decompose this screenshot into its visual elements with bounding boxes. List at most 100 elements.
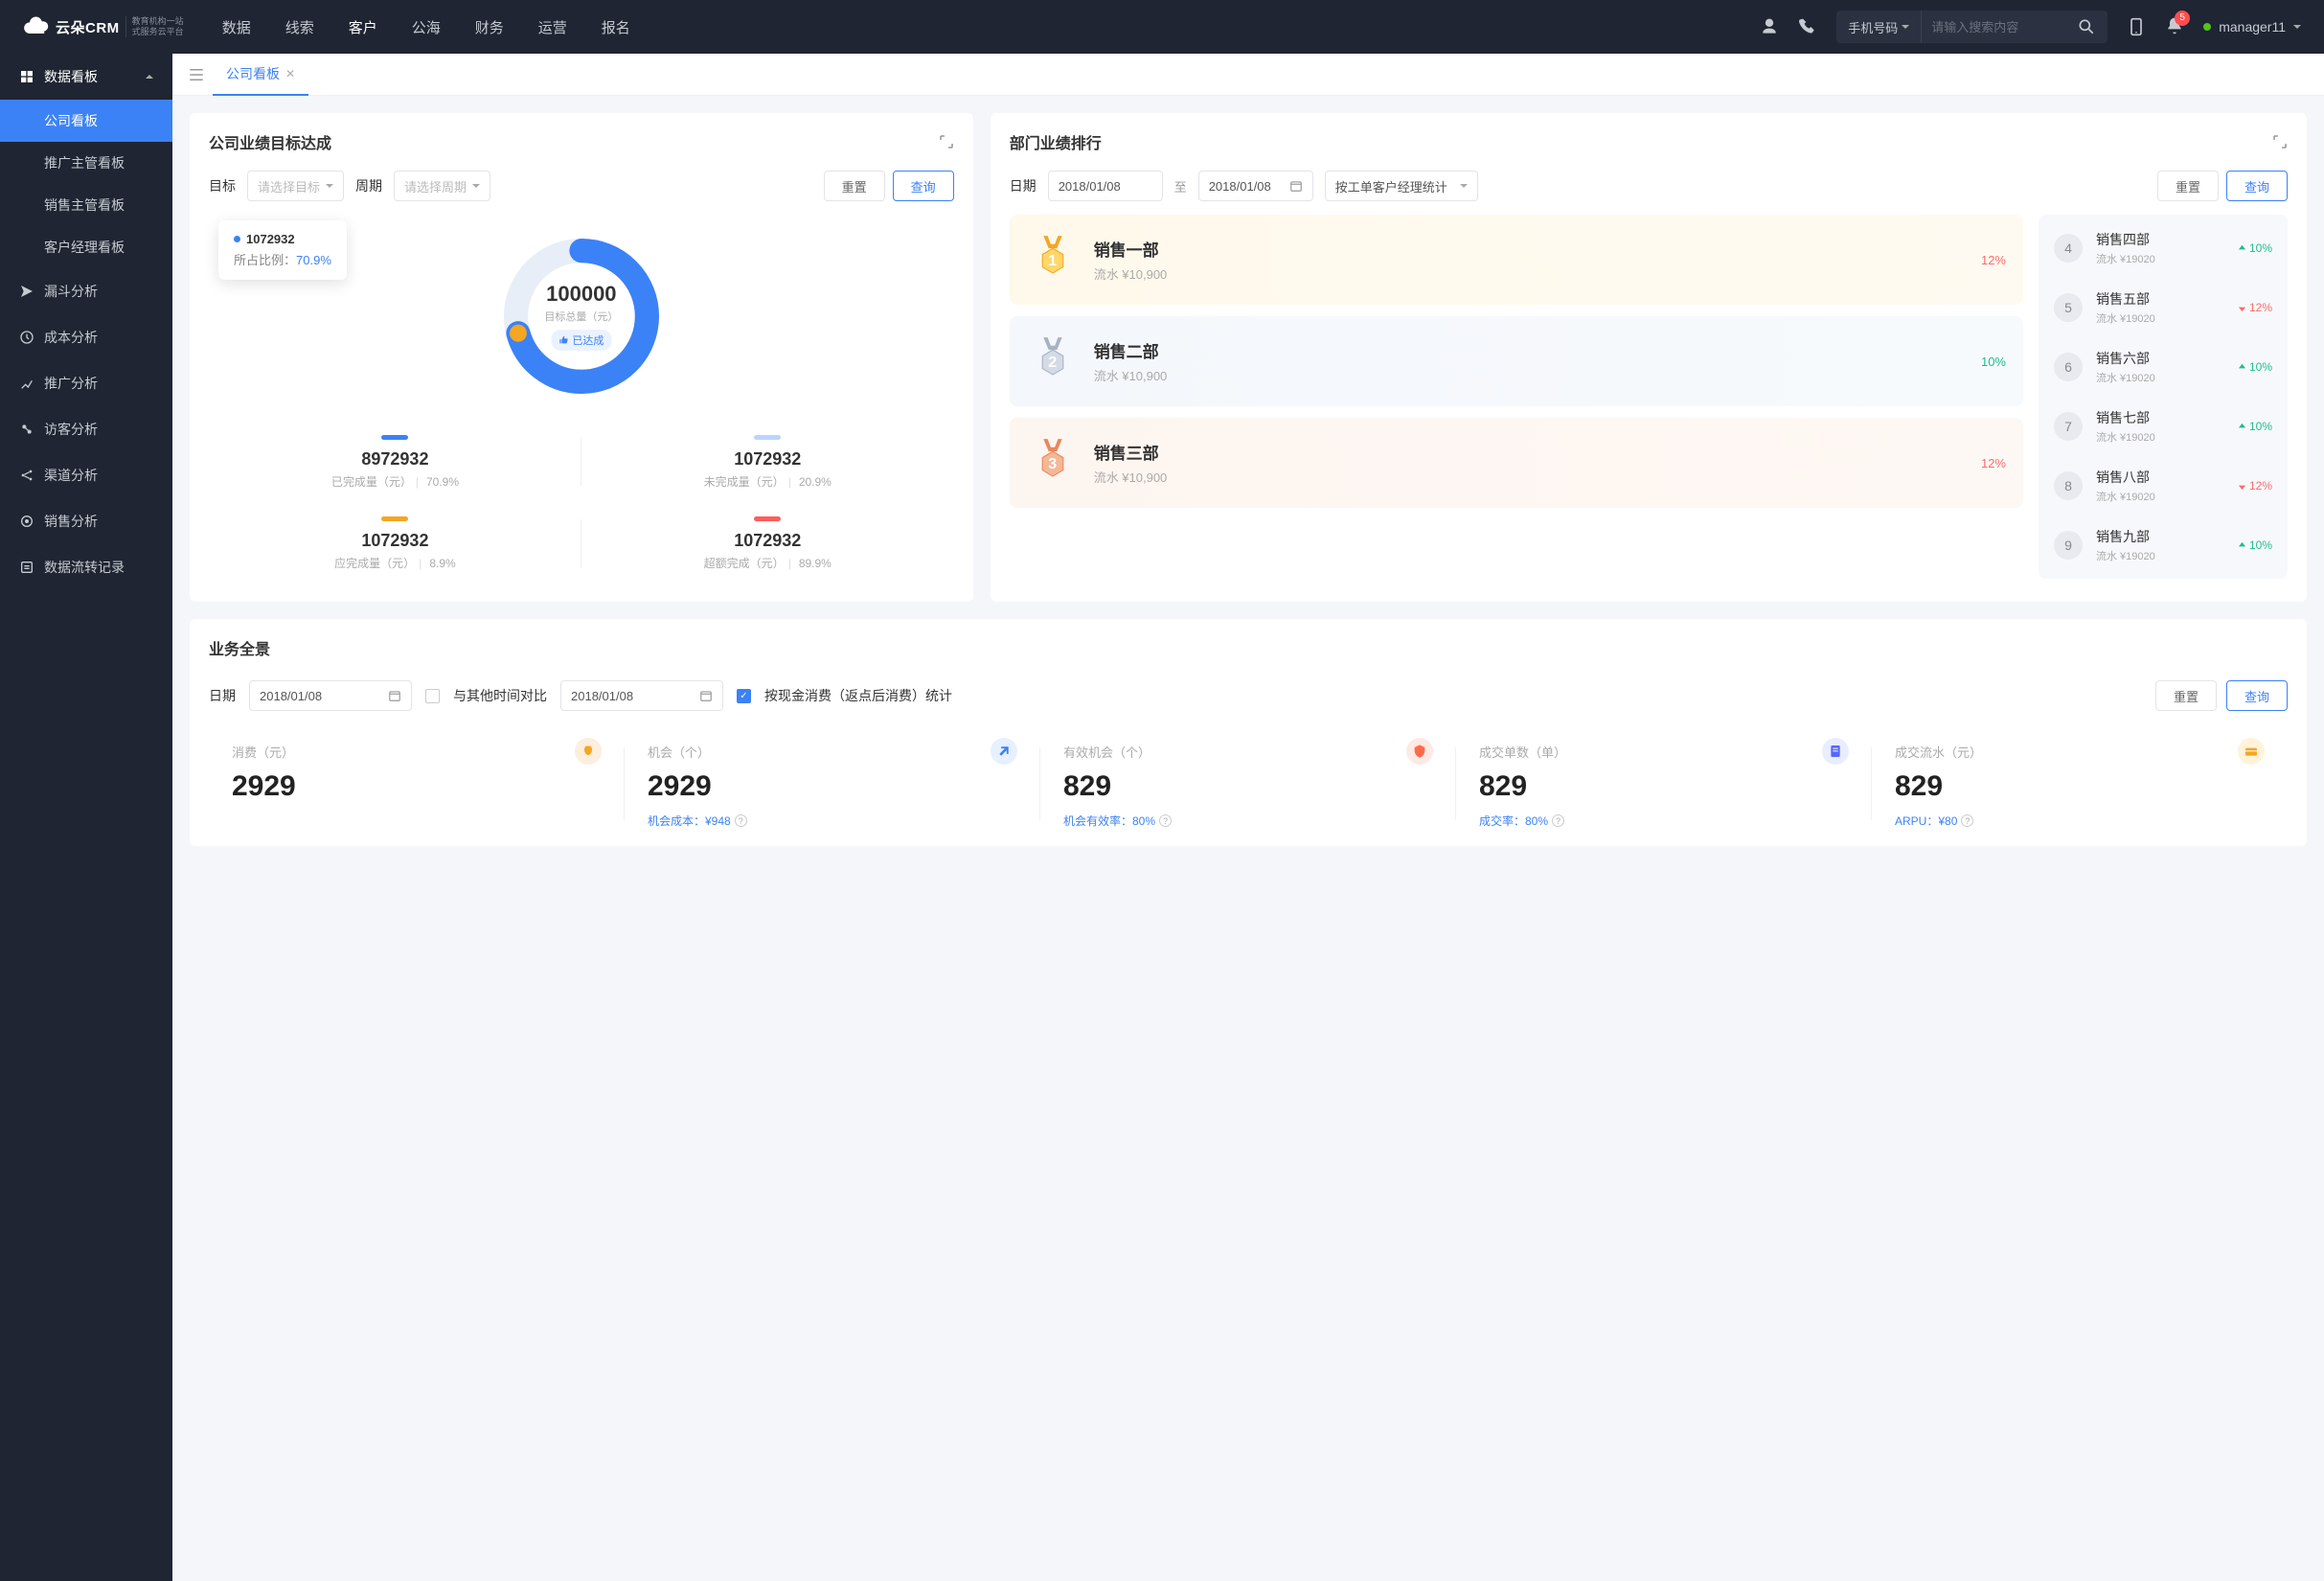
statby-select[interactable]: 按工单客户经理统计 (1325, 171, 1478, 201)
query-button[interactable]: 查询 (2226, 680, 2288, 711)
stat-item: 1072932应完成量（元）|8.9% (209, 503, 581, 584)
rank-card: 部门业绩排行 日期 2018/01/08 至 2018/01/08 按工单客户经… (991, 113, 2307, 602)
search-button[interactable] (2065, 11, 2108, 43)
reset-button[interactable]: 重置 (2155, 680, 2217, 711)
target-card: 公司业绩目标达成 目标 请选择目标 周期 请选择周期 重置 查询 1072932 (190, 113, 973, 602)
target-select[interactable]: 请选择目标 (247, 171, 344, 201)
sidebar-item-icon (19, 376, 34, 391)
sidebar-group-dashboard[interactable]: 数据看板 (0, 54, 172, 100)
menu-toggle-icon[interactable] (188, 66, 205, 83)
rank-row-small[interactable]: 5销售五部流水 ¥1902012% (2039, 278, 2288, 337)
logo-subtitle: 教育机构一站式服务云平台 (125, 16, 184, 37)
kpi-value: 829 (1063, 770, 1433, 803)
sidebar-item-icon (19, 514, 34, 529)
search-type-select[interactable]: 手机号码 (1836, 11, 1922, 43)
sidebar-item[interactable]: 推广分析 (0, 360, 172, 406)
topnav-item[interactable]: 客户 (349, 17, 377, 37)
medal-icon: 3 (1027, 437, 1079, 489)
reset-button[interactable]: 重置 (824, 171, 885, 201)
sidebar-item[interactable]: 销售分析 (0, 498, 172, 544)
rank-row-small[interactable]: 6销售六部流水 ¥1902010% (2039, 337, 2288, 397)
date-label: 日期 (1010, 176, 1037, 195)
close-icon[interactable]: ✕ (285, 67, 295, 80)
period-select[interactable]: 请选择周期 (394, 171, 490, 201)
date-sep: 至 (1174, 177, 1187, 195)
expand-icon[interactable] (2272, 134, 2288, 149)
date-to-input[interactable]: 2018/01/08 (1198, 171, 1313, 201)
kpi-value: 829 (1895, 770, 2265, 803)
topnav-item[interactable]: 报名 (602, 17, 630, 37)
rank-row-small[interactable]: 8销售八部流水 ¥1902012% (2039, 456, 2288, 516)
logo-text: 云朵CRM (56, 17, 120, 37)
sidebar-sub-item[interactable]: 推广主管看板 (0, 142, 172, 184)
logo[interactable]: 云朵CRM 教育机构一站式服务云平台 (23, 13, 184, 40)
donut-chart: 1072932 所占比例：70.9% 100000 目标总量（元） 已达成 (209, 230, 954, 402)
calendar-icon (699, 689, 713, 702)
phone-icon[interactable] (1798, 17, 1817, 36)
date-input-1[interactable]: 2018/01/08 (249, 680, 412, 711)
rank-row-small[interactable]: 7销售七部流水 ¥1902010% (2039, 397, 2288, 456)
query-button[interactable]: 查询 (2226, 171, 2288, 201)
rank-row[interactable]: 1销售一部流水 ¥10,90012% (1010, 215, 2023, 305)
topnav-item[interactable]: 公海 (412, 17, 441, 37)
user-icon[interactable] (1760, 17, 1779, 36)
tab-bar: 公司看板 ✕ (172, 54, 2324, 96)
topnav-item[interactable]: 数据 (222, 17, 251, 37)
kpi-item: 成交单数（单）829成交率：80% ? (1456, 738, 1872, 829)
kpi-foot: 机会有效率：80% ? (1063, 813, 1433, 829)
rank-row-small[interactable]: 4销售四部流水 ¥1902010% (2039, 218, 2288, 278)
kpi-icon (1406, 738, 1433, 765)
help-icon[interactable]: ? (1961, 814, 1973, 827)
rank-number: 4 (2054, 234, 2083, 263)
delta: 12% (1978, 456, 2006, 470)
help-icon[interactable]: ? (735, 814, 747, 827)
kpi-item: 消费（元）2929- (209, 738, 625, 829)
notification-badge: 5 (2175, 11, 2190, 26)
rank-row-small[interactable]: 9销售九部流水 ¥1902010% (2039, 516, 2288, 575)
search-icon (2077, 17, 2096, 36)
rank-row[interactable]: 3销售三部流水 ¥10,90012% (1010, 418, 2023, 508)
kpi-foot: 成交率：80% ? (1479, 813, 1849, 829)
query-button[interactable]: 查询 (893, 171, 954, 201)
topnav-item[interactable]: 财务 (475, 17, 504, 37)
kpi-icon (2238, 738, 2265, 765)
rank-title: 部门业绩排行 (1010, 130, 1102, 153)
delta: 10% (1978, 355, 2006, 369)
date-from-input[interactable]: 2018/01/08 (1048, 171, 1163, 201)
date-input-2[interactable]: 2018/01/08 (560, 680, 723, 711)
sidebar-item[interactable]: 渠道分析 (0, 452, 172, 498)
help-icon[interactable]: ? (1552, 814, 1564, 827)
compare-label: 与其他时间对比 (453, 686, 547, 705)
statby-checkbox[interactable] (737, 689, 751, 703)
sidebar-sub-item[interactable]: 客户经理看板 (0, 226, 172, 268)
user-menu[interactable]: manager11 (2203, 19, 2301, 34)
expand-icon[interactable] (939, 134, 954, 149)
topnav-item[interactable]: 线索 (285, 17, 314, 37)
help-icon[interactable]: ? (1159, 814, 1172, 827)
reset-button[interactable]: 重置 (2157, 171, 2219, 201)
sidebar-item-icon (19, 330, 34, 345)
sidebar-item[interactable]: 成本分析 (0, 314, 172, 360)
main: 公司看板 ✕ 公司业绩目标达成 目标 请选择目标 周期 请选择周期 重置 查询 (172, 54, 2324, 902)
kpi-item: 成交流水（元）829ARPU：¥80 ? (1872, 738, 2288, 829)
sidebar-item-icon (19, 468, 34, 483)
compare-checkbox[interactable] (425, 689, 440, 703)
delta: 12% (2238, 301, 2272, 314)
rank-number: 6 (2054, 353, 2083, 381)
period-label: 周期 (355, 176, 382, 195)
tab-company-dashboard[interactable]: 公司看板 ✕ (213, 54, 308, 96)
sidebar-item[interactable]: 数据流转记录 (0, 544, 172, 590)
search-input[interactable] (1922, 20, 2065, 34)
rank-number: 5 (2054, 293, 2083, 322)
sidebar-sub-item[interactable]: 销售主管看板 (0, 184, 172, 226)
statby-label: 按现金消费（返点后消费）统计 (764, 686, 952, 705)
sidebar-item[interactable]: 访客分析 (0, 406, 172, 452)
notification-button[interactable]: 5 (2165, 16, 2184, 38)
topnav-item[interactable]: 运营 (538, 17, 567, 37)
cloud-icon (23, 13, 50, 40)
mobile-icon[interactable] (2127, 17, 2146, 36)
sidebar-item[interactable]: 漏斗分析 (0, 268, 172, 314)
rank-row[interactable]: 2销售二部流水 ¥10,90010% (1010, 316, 2023, 406)
overview-card: 业务全景 日期 2018/01/08 与其他时间对比 2018/01/08 按现… (190, 619, 2307, 846)
sidebar-sub-item[interactable]: 公司看板 (0, 100, 172, 142)
